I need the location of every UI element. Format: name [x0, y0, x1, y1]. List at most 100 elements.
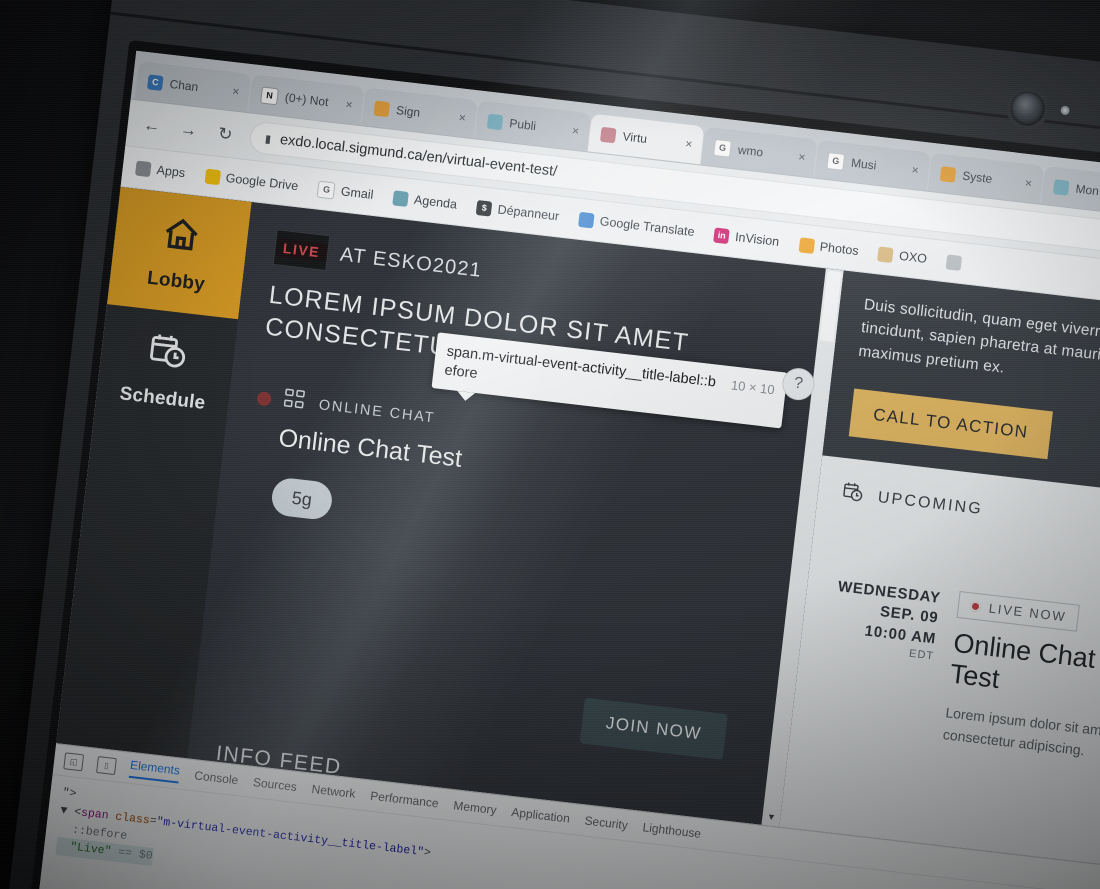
calendar-icon — [392, 189, 410, 207]
code-tag: span — [80, 806, 110, 823]
bookmark-label: Dépanneur — [496, 202, 560, 224]
lock-icon: ▮ — [264, 132, 272, 146]
expand-triangle-icon[interactable]: ▼ — [60, 804, 68, 818]
bookmark-apps[interactable]: Apps — [135, 160, 186, 181]
bookmark-label: Google Translate — [599, 214, 696, 240]
bookmark-photos[interactable]: Photos — [798, 236, 860, 259]
bookmark-oxo[interactable]: OXO — [877, 245, 928, 267]
code-selected-ref: == $0 — [117, 846, 154, 864]
tab-console[interactable]: Console — [194, 768, 239, 787]
photo-stage: C Chan × N (0+) Not × Sign × Publi × Vir… — [0, 0, 1100, 889]
inspect-element-icon[interactable]: ◱ — [63, 751, 85, 771]
event-description: Lorem ipsum dolor sit amet, consectetur … — [942, 704, 1100, 759]
call-to-action-button[interactable]: CALL TO ACTION — [848, 388, 1053, 459]
google-icon: G — [713, 138, 732, 158]
code-text-node: "Live" — [69, 840, 113, 859]
google-icon: G — [826, 151, 846, 171]
tab-label: Virtu — [621, 129, 648, 147]
close-icon[interactable]: × — [911, 163, 920, 178]
tab-label: Mon — [1074, 181, 1100, 199]
sidebar-item-schedule[interactable]: Schedule — [93, 304, 238, 436]
back-icon[interactable]: ← — [139, 112, 166, 139]
tab-label: Sign — [395, 103, 421, 120]
status-dot-icon — [256, 390, 272, 407]
close-icon[interactable]: × — [1024, 176, 1033, 191]
activity-kicker: ONLINE CHAT — [317, 396, 437, 427]
live-thumbnail: LIVE — [272, 229, 331, 272]
bookmark-label: Photos — [819, 239, 860, 259]
bookmark-depanneur[interactable]: $ Dépanneur — [475, 199, 560, 224]
cloud-icon — [1052, 178, 1070, 196]
event-title: Online Chat Test — [948, 627, 1098, 695]
calendar-clock-icon — [143, 329, 192, 379]
translate-icon — [578, 211, 595, 228]
event-date: SEP. 09 — [879, 603, 940, 627]
upcoming-card: UPCOMING WEDNESDAY SEP. 09 10:00 AM EDT — [779, 455, 1100, 868]
bookmark-google-drive[interactable]: Google Drive — [204, 168, 299, 194]
sidebar-item-label: Schedule — [118, 382, 207, 414]
device-toolbar-icon[interactable]: ▯ — [96, 755, 117, 775]
notion-icon: N — [260, 85, 279, 105]
event-name-label: AT ESKO2021 — [339, 243, 484, 282]
reload-icon[interactable]: ↻ — [212, 120, 239, 147]
bookmark-label: Agenda — [413, 192, 458, 212]
bookmark-agenda[interactable]: Agenda — [392, 189, 458, 212]
bookmark-label: InVision — [734, 229, 780, 249]
tab-label: Publi — [508, 116, 537, 134]
tab-memory[interactable]: Memory — [453, 798, 498, 817]
forward-icon[interactable]: → — [175, 116, 202, 143]
tooltip-dimensions: 10 × 10 — [730, 377, 776, 398]
chevron-down-icon[interactable]: ▼ — [766, 811, 776, 822]
laptop: C Chan × N (0+) Not × Sign × Publi × Vir… — [1, 0, 1100, 889]
bookmark-google-translate[interactable]: Google Translate — [578, 211, 695, 239]
live-dot-icon — [969, 600, 982, 613]
bookmark-label: Apps — [155, 162, 186, 181]
bookmark-label: Google Drive — [224, 170, 300, 194]
sidebar-item-lobby[interactable]: Lobby — [106, 186, 252, 320]
dollar-icon: $ — [475, 199, 493, 217]
event-datetime: WEDNESDAY SEP. 09 10:00 AM EDT — [815, 576, 942, 743]
status-badge: LIVE NOW — [956, 591, 1080, 632]
home-icon — [157, 211, 206, 261]
flag-icon — [945, 253, 963, 271]
tab-application[interactable]: Application — [511, 805, 571, 826]
event-row[interactable]: WEDNESDAY SEP. 09 10:00 AM EDT LIVE NOW — [815, 576, 1100, 766]
folder-icon — [877, 245, 895, 263]
tab-security[interactable]: Security — [584, 813, 629, 832]
status-badge-label: LIVE NOW — [988, 600, 1068, 625]
close-icon[interactable]: × — [231, 84, 240, 99]
close-icon[interactable]: × — [458, 110, 467, 125]
close-icon[interactable]: × — [798, 150, 807, 165]
bookmark-invision[interactable]: in InVision — [713, 226, 780, 249]
live-badge: LIVE — [276, 238, 327, 262]
sheets-icon — [939, 165, 957, 183]
bookmark-extra[interactable] — [945, 253, 963, 271]
invision-icon: in — [713, 226, 731, 244]
tab-label: wmo — [737, 142, 764, 160]
tab-network[interactable]: Network — [311, 782, 356, 801]
tab-label: Musi — [850, 155, 878, 173]
drive-icon — [204, 168, 221, 185]
tooltip-arrow-icon — [456, 390, 476, 402]
bookmark-gmail[interactable]: G Gmail — [317, 180, 374, 203]
tab-lighthouse[interactable]: Lighthouse — [642, 820, 702, 841]
apps-grid-icon — [135, 160, 152, 177]
close-icon[interactable]: × — [684, 137, 693, 152]
close-icon[interactable]: × — [345, 97, 354, 112]
upcoming-header: UPCOMING — [841, 480, 1100, 542]
upcoming-label: UPCOMING — [876, 488, 984, 518]
tab-label: Syste — [961, 168, 994, 186]
close-icon[interactable]: × — [571, 123, 580, 138]
event-day: WEDNESDAY — [837, 578, 942, 607]
tab-sources[interactable]: Sources — [252, 775, 297, 794]
people-chat-icon — [281, 387, 310, 417]
tab-label: Chan — [168, 76, 200, 95]
cloud-icon — [486, 113, 504, 130]
tab-label: (0+) Not — [284, 90, 330, 110]
photos-icon — [798, 236, 815, 254]
gmail-icon: G — [317, 180, 336, 199]
tab-elements[interactable]: Elements — [128, 757, 181, 784]
tab-performance[interactable]: Performance — [370, 789, 440, 811]
flag-icon — [599, 126, 617, 143]
join-now-button[interactable]: JOIN NOW — [579, 697, 728, 760]
